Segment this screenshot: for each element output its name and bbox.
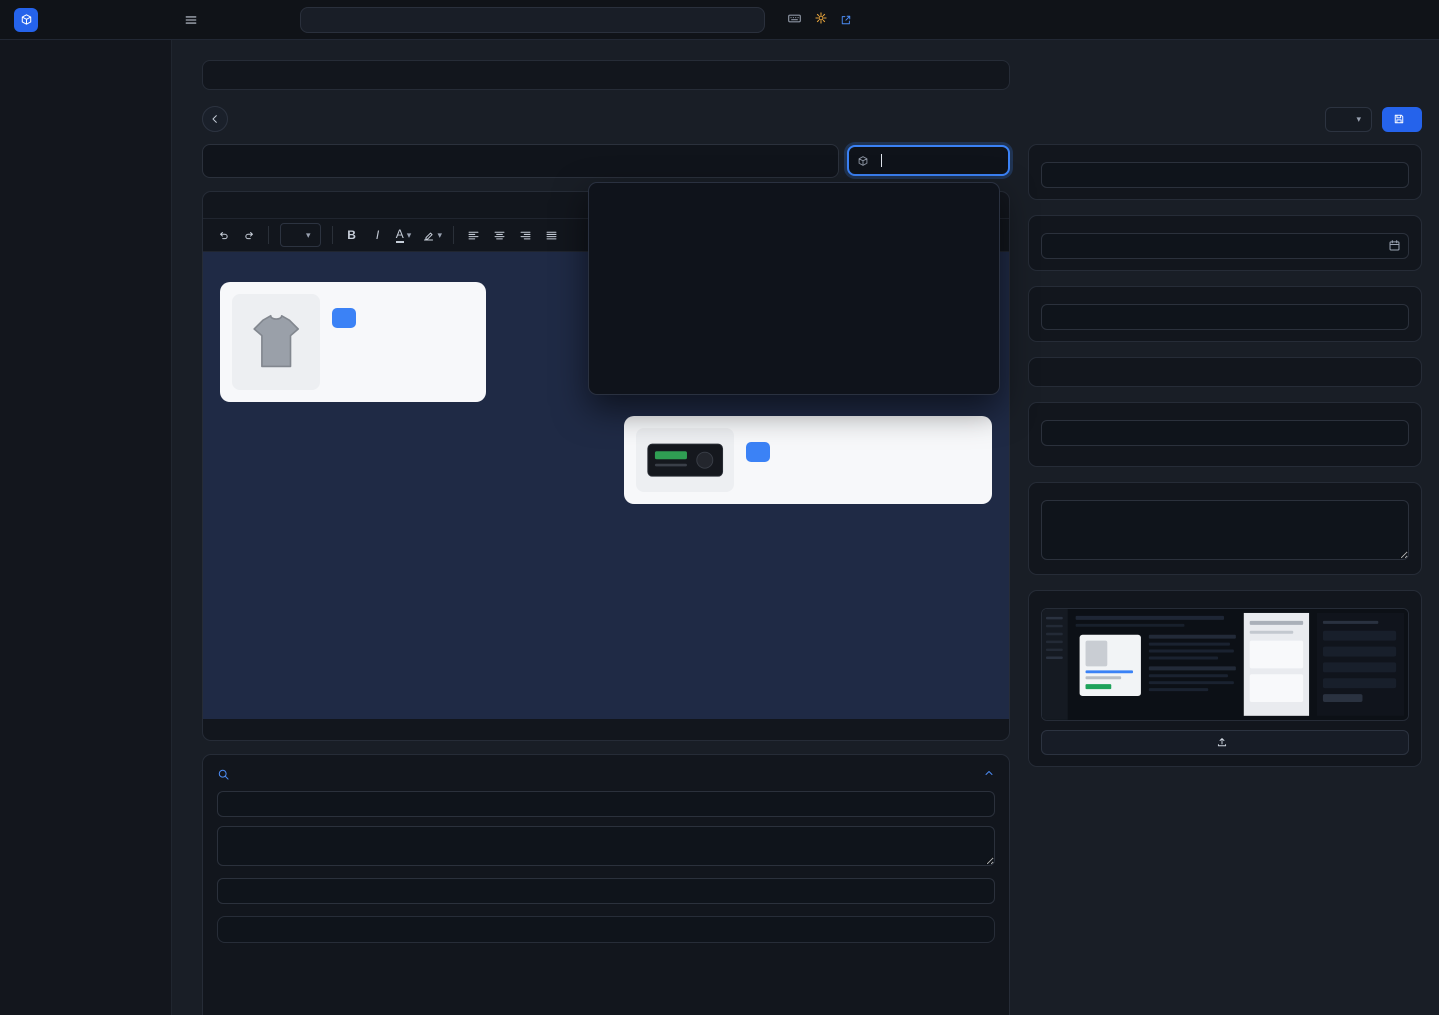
align-justify-button[interactable] xyxy=(539,223,563,247)
post-title-input[interactable] xyxy=(202,144,839,178)
align-right-button[interactable] xyxy=(513,223,537,247)
tags-input[interactable] xyxy=(1041,420,1409,446)
post-status-select[interactable]: ▾ xyxy=(1325,107,1372,132)
product-widget-radio[interactable] xyxy=(624,416,992,504)
italic-button[interactable]: I xyxy=(366,223,390,247)
product-box-icon xyxy=(857,155,869,167)
tags-card xyxy=(1028,402,1422,467)
align-left-button[interactable] xyxy=(461,223,485,247)
brand xyxy=(14,8,166,32)
excerpt-input[interactable] xyxy=(1041,500,1409,560)
menu-toggle-icon[interactable] xyxy=(184,13,198,27)
search-icon xyxy=(217,768,230,781)
save-icon xyxy=(1393,113,1405,125)
seo-title-input[interactable] xyxy=(217,791,995,817)
product-cta-button[interactable] xyxy=(746,442,770,462)
seo-keywords-input[interactable] xyxy=(217,878,995,904)
featured-image-thumbnail[interactable] xyxy=(1041,608,1409,721)
external-link-icon xyxy=(840,14,852,26)
collapse-chevron-icon[interactable] xyxy=(983,767,995,782)
featured-image xyxy=(1042,609,1408,720)
keyboard-shortcuts-icon[interactable] xyxy=(787,11,802,29)
publish-date-input[interactable] xyxy=(1041,233,1409,259)
product-cta-button[interactable] xyxy=(332,308,356,328)
product-search-results xyxy=(588,182,1000,395)
topbar xyxy=(0,0,1439,40)
align-center-button[interactable] xyxy=(487,223,511,247)
author-input[interactable] xyxy=(1041,304,1409,330)
global-search-input[interactable] xyxy=(300,7,765,33)
app-logo-icon xyxy=(14,8,38,32)
product-widget-tshirt[interactable] xyxy=(220,282,486,402)
blog-tabs xyxy=(202,60,1010,90)
back-button[interactable] xyxy=(202,106,228,132)
settings-gear-icon[interactable] xyxy=(814,11,828,28)
google-preview xyxy=(217,916,995,943)
excerpt-card xyxy=(1028,482,1422,575)
paragraph-format-select[interactable]: ▾ xyxy=(280,223,321,247)
url-slug-input[interactable] xyxy=(1041,162,1409,188)
sidebar xyxy=(0,40,172,1015)
seo-description-input[interactable] xyxy=(217,826,995,866)
text-caret xyxy=(881,154,882,167)
sidebar-footer xyxy=(0,1005,171,1015)
seo-settings-card xyxy=(202,754,1010,1015)
calendar-icon[interactable] xyxy=(1388,239,1401,255)
edit-header: ▾ xyxy=(202,106,1422,132)
upload-image-button[interactable] xyxy=(1041,730,1409,755)
main-content: ▾ xyxy=(172,40,1439,1015)
upload-icon xyxy=(1216,736,1228,748)
editor-statusbar xyxy=(203,719,1009,740)
shop-link[interactable] xyxy=(840,14,856,26)
sidebar-nav xyxy=(0,40,171,49)
highlight-button[interactable]: ▾ xyxy=(418,223,447,247)
product-search-input[interactable] xyxy=(847,145,1010,176)
bold-button[interactable]: B xyxy=(340,223,364,247)
save-button[interactable] xyxy=(1382,107,1422,132)
publish-date-card xyxy=(1028,215,1422,271)
product-image-radio xyxy=(636,428,734,492)
product-image-tshirt xyxy=(232,294,320,390)
title-row xyxy=(202,144,1010,178)
global-search xyxy=(300,7,765,33)
categories-card xyxy=(1028,357,1422,387)
author-card xyxy=(1028,286,1422,342)
featured-image-card xyxy=(1028,590,1422,767)
text-color-button[interactable]: A▾ xyxy=(392,223,416,247)
url-slug-card xyxy=(1028,144,1422,200)
redo-button[interactable] xyxy=(237,223,261,247)
undo-button[interactable] xyxy=(211,223,235,247)
topbar-actions xyxy=(787,11,856,29)
